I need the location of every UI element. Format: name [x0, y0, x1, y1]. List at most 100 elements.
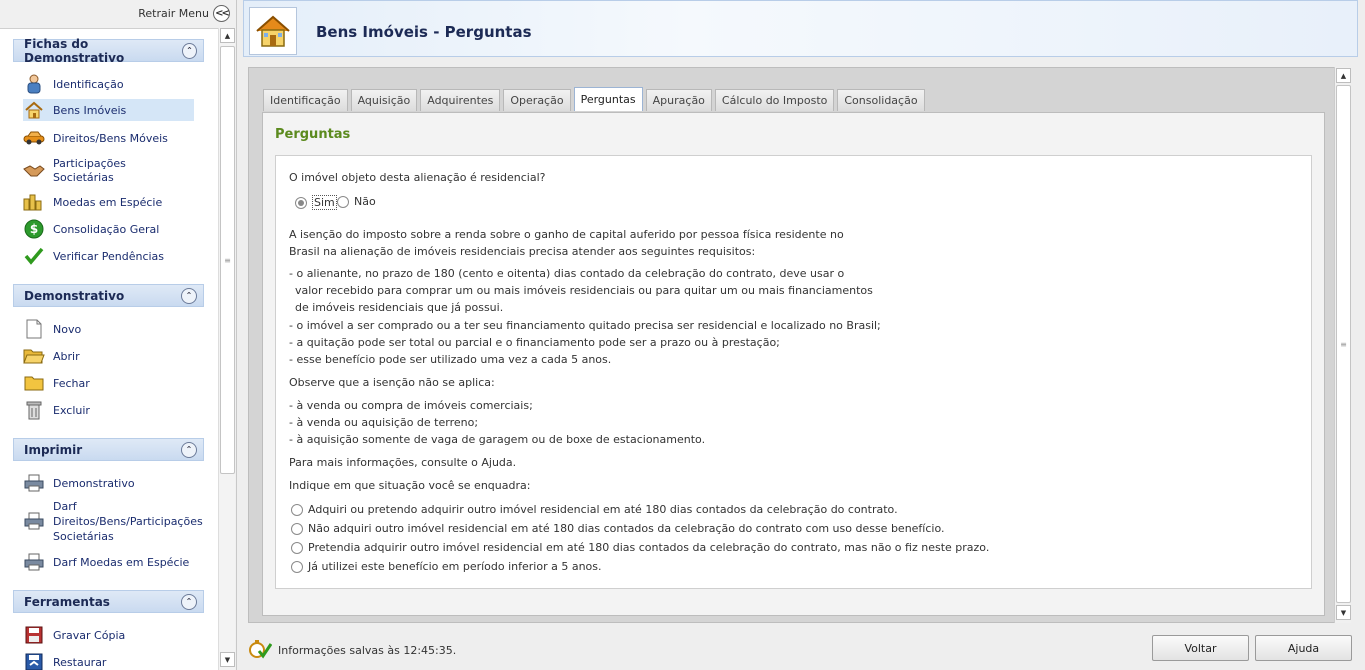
radio-label: Adquiri ou pretendo adquirir outro imóve… — [308, 503, 898, 516]
sidebar-item-label: Fechar — [53, 376, 90, 390]
sidebar-item-label: Demonstrativo — [53, 476, 135, 490]
chevron-up-icon[interactable]: ⌃ — [181, 42, 197, 59]
sidebar-scrollbar[interactable]: ▲ ≡ ▼ — [218, 28, 235, 670]
sidebar-item-gravar-copia[interactable]: Gravar Cópia — [23, 624, 193, 646]
section-header-fichas[interactable]: Fichas do Demonstrativo ⌃ — [13, 37, 204, 65]
radio-label: Sim — [312, 195, 337, 210]
collapse-menu-button[interactable]: Retrair Menu << — [138, 4, 230, 22]
status-text: Informações salvas às 12:45:35. — [278, 644, 457, 657]
info-text: - a quitação pode ser total ou parcial e… — [289, 336, 780, 349]
sidebar: Retrair Menu << Fichas do Demonstrativo … — [0, 0, 237, 670]
sidebar-item-consolidacao[interactable]: $ Consolidação Geral — [23, 218, 193, 240]
trash-icon — [23, 399, 45, 421]
radio-unselected-icon — [291, 503, 303, 516]
info-text: - à venda ou aquisição de terreno; — [289, 416, 479, 429]
sidebar-item-label: Excluir — [53, 403, 90, 417]
chevron-up-icon[interactable]: ⌃ — [181, 441, 197, 458]
sidebar-item-label: Direitos/Bens Móveis — [53, 131, 168, 145]
sidebar-item-moedas[interactable]: Moedas em Espécie — [23, 191, 193, 213]
scrollbar-thumb[interactable]: ≡ — [220, 46, 235, 474]
status-bar: Informações salvas às 12:45:35. — [248, 639, 456, 662]
scroll-down-icon[interactable]: ▼ — [1336, 605, 1351, 620]
sidebar-item-participacoes[interactable]: Participações Societárias — [23, 155, 193, 187]
sidebar-item-pendencias[interactable]: Verificar Pendências — [23, 245, 193, 267]
panel-title: Perguntas — [275, 127, 351, 142]
folder-icon — [23, 372, 45, 394]
save-disk-icon — [23, 624, 45, 646]
section-title: Ferramentas — [24, 594, 110, 609]
sidebar-item-restaurar[interactable]: Restaurar — [23, 651, 193, 670]
section-fichas: Fichas do Demonstrativo ⌃ — [13, 37, 204, 65]
tab-identificacao[interactable]: Identificação — [263, 89, 348, 111]
radio-nao[interactable]: Não — [337, 195, 376, 208]
situation-option-3[interactable]: Pretendia adquirir outro imóvel residenc… — [291, 541, 989, 554]
double-chevron-left-icon: << — [213, 4, 230, 22]
sidebar-item-label: Identificação — [53, 77, 124, 91]
sidebar-item-label: Verificar Pendências — [53, 249, 165, 263]
chevron-up-icon[interactable]: ⌃ — [181, 593, 197, 610]
info-text: A isenção do imposto sobre a renda sobre… — [289, 228, 844, 241]
sidebar-item-direitos-bens-moveis[interactable]: Direitos/Bens Móveis — [23, 127, 193, 149]
tab-operacao[interactable]: Operação — [503, 89, 571, 111]
coins-icon — [23, 191, 45, 213]
sidebar-item-bens-imoveis[interactable]: Bens Imóveis — [23, 99, 194, 121]
info-text: - esse benefício pode ser utilizado uma … — [289, 353, 612, 366]
situation-option-4[interactable]: Já utilizei este benefício em período in… — [291, 560, 602, 573]
sidebar-item-label: Moedas em Espécie — [53, 195, 163, 209]
back-button[interactable]: Voltar — [1152, 635, 1249, 661]
scroll-up-icon[interactable]: ▲ — [220, 28, 235, 43]
section-header-ferramentas[interactable]: Ferramentas ⌃ — [13, 590, 204, 613]
situation-option-1[interactable]: Adquiri ou pretendo adquirir outro imóve… — [291, 503, 898, 516]
sidebar-item-darf-direitos[interactable]: Darf Direitos/Bens/Participações Societá… — [23, 499, 203, 543]
section-ferramentas: Ferramentas ⌃ — [13, 590, 204, 613]
radio-unselected-icon — [291, 560, 303, 573]
tab-apuracao[interactable]: Apuração — [645, 89, 712, 111]
tab-panel: Perguntas O imóvel objeto desta alienaçã… — [262, 112, 1325, 616]
new-document-icon — [23, 318, 45, 340]
sidebar-item-novo[interactable]: Novo — [23, 318, 193, 340]
content-scrollbar[interactable]: ▲ ≡ ▼ — [1334, 67, 1351, 623]
info-text: - à aquisição somente de vaga de garagem… — [289, 433, 706, 446]
question-box: O imóvel objeto desta alienação é reside… — [275, 155, 1312, 589]
question-residencial: O imóvel objeto desta alienação é reside… — [289, 171, 546, 184]
tab-calculo-imposto[interactable]: Cálculo do Imposto — [714, 89, 835, 111]
help-button[interactable]: Ajuda — [1255, 635, 1352, 661]
section-title: Imprimir — [24, 442, 83, 457]
info-text: Observe que a isenção não se aplica: — [289, 376, 495, 389]
sidebar-item-label: Restaurar — [53, 655, 107, 669]
tab-adquirentes[interactable]: Adquirentes — [420, 89, 501, 111]
collapse-menu-label: Retrair Menu — [138, 6, 209, 20]
tab-consolidacao[interactable]: Consolidação — [837, 89, 925, 111]
sidebar-item-darf-moedas[interactable]: Darf Moedas em Espécie — [23, 551, 193, 573]
sidebar-item-label: Darf Moedas em Espécie — [53, 555, 190, 569]
scroll-up-icon[interactable]: ▲ — [1336, 68, 1351, 83]
tab-bar: Identificação Aquisição Adquirentes Oper… — [263, 87, 925, 111]
tab-aquisicao[interactable]: Aquisição — [350, 89, 418, 111]
sidebar-item-label: Gravar Cópia — [53, 628, 126, 642]
title-bar: Bens Imóveis - Perguntas — [243, 0, 1358, 57]
handshake-icon — [23, 160, 45, 182]
sidebar-item-abrir[interactable]: Abrir — [23, 345, 193, 367]
house-icon — [23, 99, 45, 121]
radio-label: Não adquiri outro imóvel residencial em … — [308, 522, 945, 535]
scroll-down-icon[interactable]: ▼ — [220, 652, 235, 667]
restore-disk-icon — [23, 651, 45, 670]
radio-sim[interactable]: Sim — [295, 195, 337, 210]
radio-label: Pretendia adquirir outro imóvel residenc… — [308, 541, 990, 554]
scrollbar-thumb[interactable]: ≡ — [1336, 85, 1351, 603]
sidebar-item-excluir[interactable]: Excluir — [23, 399, 193, 421]
sidebar-item-fechar[interactable]: Fechar — [23, 372, 193, 394]
section-title: Demonstrativo — [24, 288, 125, 303]
chevron-up-icon[interactable]: ⌃ — [181, 287, 197, 304]
tab-perguntas[interactable]: Perguntas — [573, 87, 643, 111]
house-icon — [249, 7, 297, 55]
sidebar-item-identificacao[interactable]: Identificação — [23, 73, 193, 95]
sidebar-item-print-demonstrativo[interactable]: Demonstrativo — [23, 472, 193, 494]
radio-label: Não — [354, 195, 376, 208]
section-header-imprimir[interactable]: Imprimir ⌃ — [13, 438, 204, 461]
section-header-demonstrativo[interactable]: Demonstrativo ⌃ — [13, 284, 204, 307]
situation-option-2[interactable]: Não adquiri outro imóvel residencial em … — [291, 522, 945, 535]
sidebar-scroll-area: Fichas do Demonstrativo ⌃ Identificação … — [0, 28, 218, 670]
section-imprimir: Imprimir ⌃ — [13, 438, 204, 461]
stopwatch-check-icon — [248, 639, 273, 662]
